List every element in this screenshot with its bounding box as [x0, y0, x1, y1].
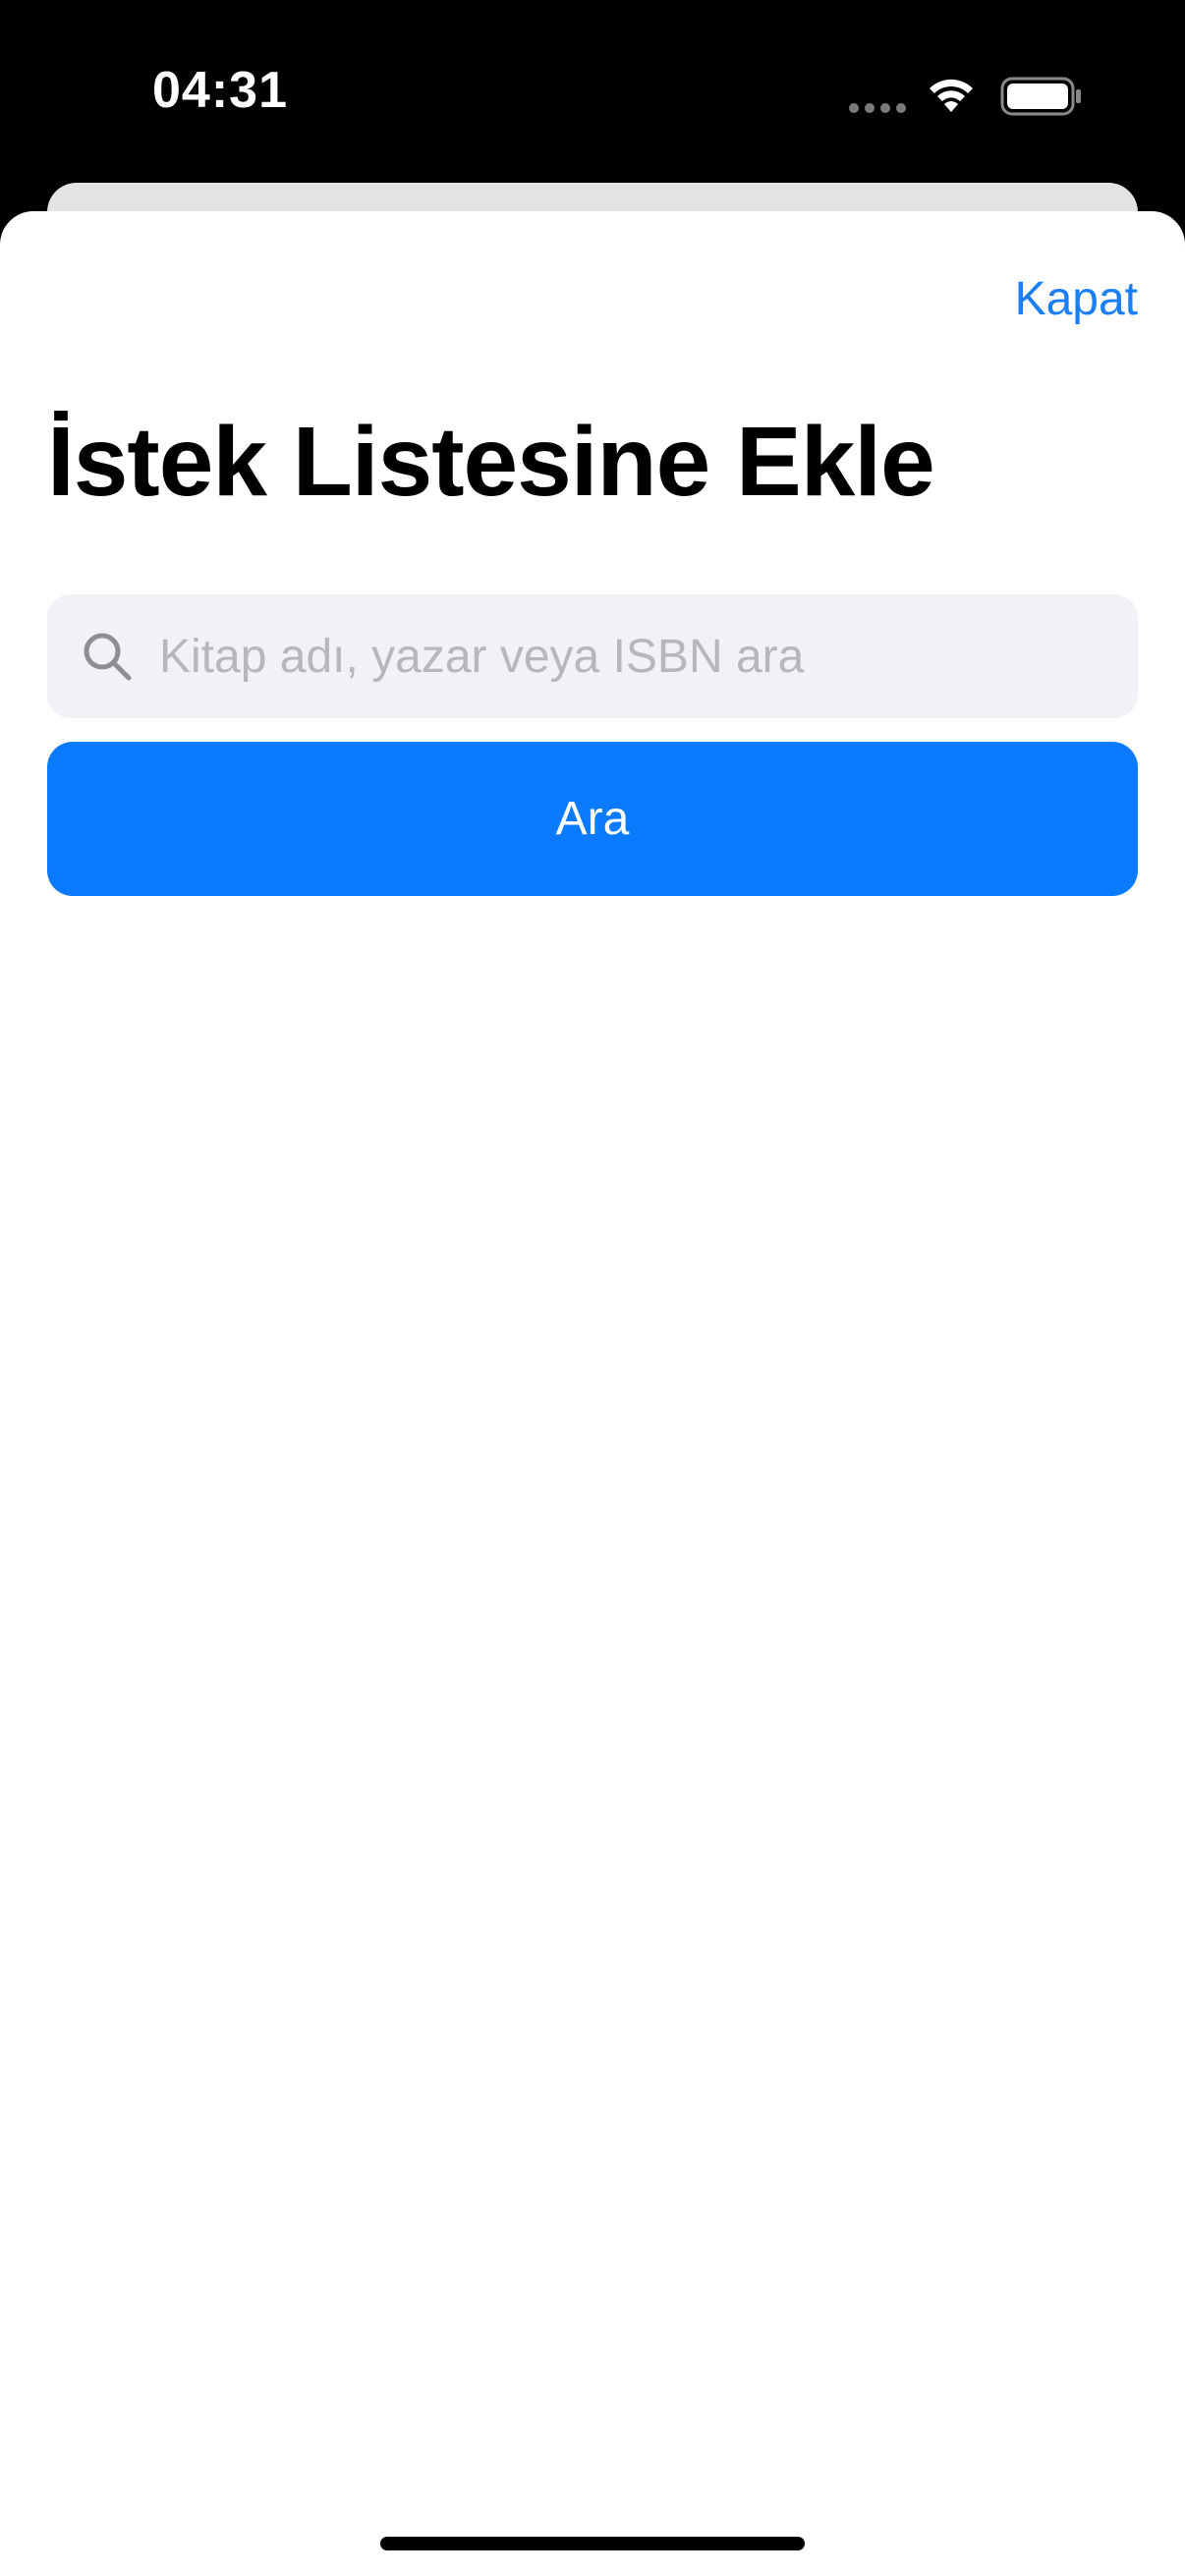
status-time: 04:31 [152, 62, 288, 119]
close-button[interactable]: Kapat [1015, 272, 1138, 326]
wishlist-sheet: Kapat İstek Listesine Ekle Ara [0, 211, 1185, 2576]
wifi-icon [930, 79, 973, 112]
home-indicator[interactable] [380, 2537, 805, 2550]
battery-icon [1000, 77, 1081, 116]
search-bar[interactable] [47, 594, 1138, 718]
search-input[interactable] [159, 594, 1102, 718]
search-button[interactable]: Ara [47, 742, 1138, 896]
status-bar: 04:31 [0, 0, 1185, 187]
search-icon [84, 633, 132, 681]
cellular-dots-icon [849, 103, 906, 113]
page-title: İstek Listesine Ekle [47, 407, 935, 517]
screen: 04:31 Kapat İstek Listesine Ekle Ara [0, 0, 1185, 2576]
